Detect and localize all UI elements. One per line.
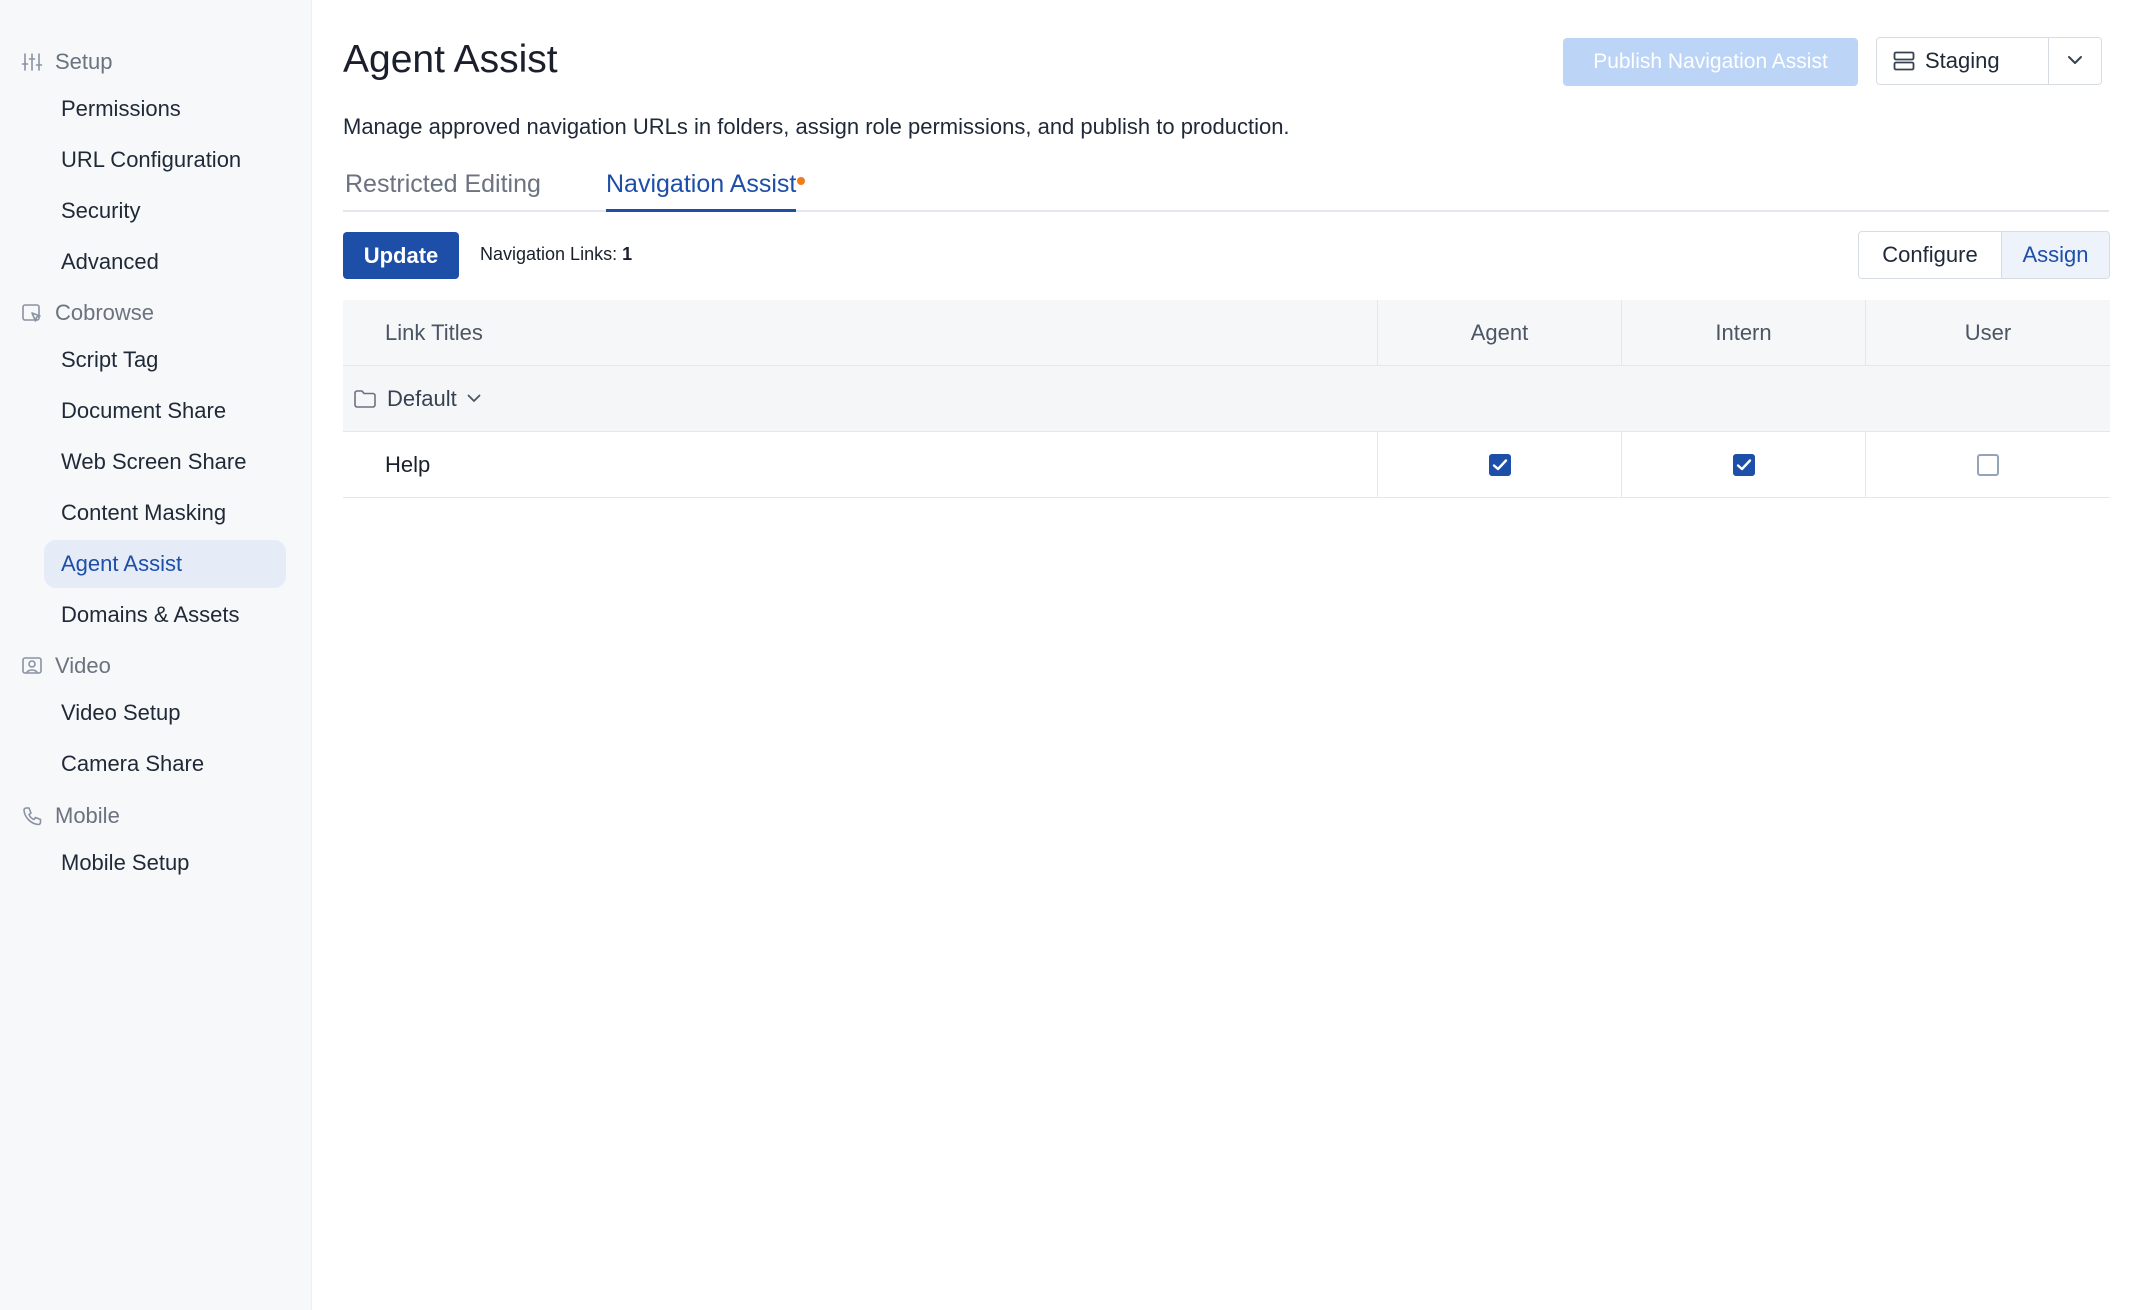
sidebar-item-url-configuration[interactable]: URL Configuration bbox=[44, 136, 286, 184]
tab-label: Restricted Editing bbox=[345, 170, 541, 198]
navigation-links-count: Navigation Links: 1 bbox=[480, 244, 632, 265]
user-permission-cell bbox=[1866, 432, 2110, 497]
phone-icon bbox=[20, 804, 44, 828]
sidebar-item-permissions[interactable]: Permissions bbox=[44, 85, 286, 133]
mode-segmented-control: Configure Assign bbox=[1858, 231, 2110, 279]
chevron-down-icon bbox=[2067, 52, 2083, 70]
column-header-agent: Agent bbox=[1378, 300, 1622, 365]
sidebar-item-camera-share[interactable]: Camera Share bbox=[44, 740, 286, 788]
environment-label: Staging bbox=[1925, 48, 2000, 73]
sidebar-item-script-tag[interactable]: Script Tag bbox=[44, 336, 286, 384]
check-icon bbox=[1492, 458, 1507, 470]
sidebar-item-domains-assets[interactable]: Domains & Assets bbox=[44, 591, 286, 639]
sidebar-item-security[interactable]: Security bbox=[44, 187, 286, 235]
assign-button[interactable]: Assign bbox=[2002, 232, 2109, 278]
folder-row[interactable]: Default bbox=[343, 366, 2110, 432]
table-row: Help bbox=[343, 432, 2110, 498]
sidebar-section-cobrowse: Cobrowse bbox=[20, 295, 154, 331]
environment-dropdown-toggle[interactable] bbox=[2048, 38, 2101, 84]
sidebar-section-label: Cobrowse bbox=[55, 300, 155, 325]
intern-permission-cell bbox=[1622, 432, 1866, 497]
sidebar-section-setup: Setup bbox=[20, 44, 113, 80]
sidebar-item-agent-assist[interactable]: Agent Assist bbox=[44, 540, 286, 588]
tab-label-wrap: Navigation Assist bbox=[606, 170, 806, 199]
tab-navigation-assist[interactable]: Navigation Assist bbox=[606, 164, 806, 212]
sidebar-item-document-share[interactable]: Document Share bbox=[44, 387, 286, 435]
configure-button[interactable]: Configure bbox=[1859, 232, 2002, 278]
sidebar-item-video-setup[interactable]: Video Setup bbox=[44, 689, 286, 737]
sliders-icon bbox=[20, 50, 44, 74]
folder-name: Default bbox=[387, 385, 457, 411]
server-icon bbox=[1893, 51, 1915, 71]
folder-icon bbox=[353, 389, 377, 409]
tab-label: Navigation Assist bbox=[606, 170, 797, 198]
page-title: Agent Assist bbox=[343, 38, 558, 81]
agent-permission-cell bbox=[1378, 432, 1622, 497]
agent-permission-checkbox[interactable] bbox=[1488, 453, 1511, 476]
sidebar-item-advanced[interactable]: Advanced bbox=[44, 238, 286, 286]
cobrowse-icon bbox=[20, 301, 44, 325]
tab-restricted-editing[interactable]: Restricted Editing bbox=[345, 164, 541, 210]
unsaved-changes-dot bbox=[797, 177, 806, 185]
sidebar-item-web-screen-share[interactable]: Web Screen Share bbox=[44, 438, 286, 486]
sidebar-item-content-masking[interactable]: Content Masking bbox=[44, 489, 286, 537]
main-content: Agent Assist Manage approved navigation … bbox=[343, 0, 2139, 1310]
intern-permission-checkbox[interactable] bbox=[1732, 453, 1755, 476]
sidebar-section-label: Mobile bbox=[55, 803, 120, 828]
sidebar-section-label: Setup bbox=[55, 49, 113, 74]
link-title-cell: Help bbox=[343, 432, 1378, 497]
table-header-row: Link Titles Agent Intern User bbox=[343, 300, 2110, 366]
sidebar-section-label: Video bbox=[55, 653, 111, 678]
navigation-links-value: 1 bbox=[622, 244, 633, 264]
folder-toggle[interactable]: Default bbox=[343, 366, 481, 431]
page-description: Manage approved navigation URLs in folde… bbox=[343, 114, 1290, 139]
check-icon bbox=[1736, 458, 1751, 470]
sidebar-section-mobile: Mobile bbox=[20, 798, 120, 834]
sidebar: Setup Permissions URL Configuration Secu… bbox=[0, 0, 312, 1310]
environment-select-value[interactable]: Staging bbox=[1877, 38, 2048, 84]
tab-bar: Restricted Editing Navigation Assist bbox=[343, 164, 2109, 212]
chevron-down-icon bbox=[467, 394, 481, 403]
navigation-links-label: Navigation Links: bbox=[480, 244, 618, 264]
column-header-user: User bbox=[1964, 319, 2012, 345]
update-button[interactable]: Update bbox=[343, 232, 459, 279]
permissions-table: Link Titles Agent Intern User Default He… bbox=[343, 300, 2110, 498]
column-header-link-titles: Link Titles bbox=[343, 300, 1378, 365]
publish-navigation-assist-button[interactable]: Publish Navigation Assist bbox=[1563, 38, 1858, 86]
sidebar-section-video: Video bbox=[20, 648, 111, 684]
user-permission-checkbox[interactable] bbox=[1977, 453, 1999, 476]
column-header-intern: Intern bbox=[1622, 300, 1866, 365]
sidebar-item-mobile-setup[interactable]: Mobile Setup bbox=[44, 839, 286, 887]
video-icon bbox=[20, 654, 44, 678]
environment-select[interactable]: Staging bbox=[1876, 37, 2102, 85]
